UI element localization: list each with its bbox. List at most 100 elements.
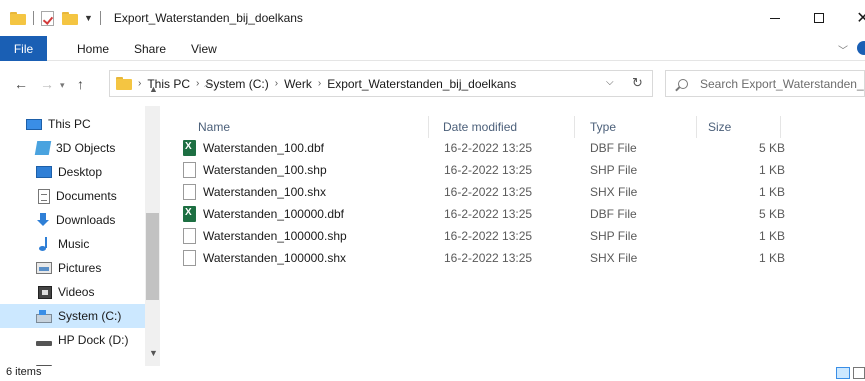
nav-item-system-c[interactable]: System (C:): [0, 304, 145, 328]
help-icon[interactable]: [857, 41, 865, 55]
file-type: SHX File: [590, 185, 638, 199]
tab-view[interactable]: View: [191, 36, 217, 61]
column-divider[interactable]: [428, 116, 429, 138]
breadcrumb-chevron-icon[interactable]: ›: [196, 78, 199, 89]
file-type: DBF File: [590, 141, 637, 155]
computer-icon: [26, 118, 42, 130]
file-type: SHP File: [590, 229, 638, 243]
nav-item-music[interactable]: Music: [0, 232, 145, 256]
nav-item-label: 3D Objects: [56, 141, 116, 155]
close-button[interactable]: ✕: [840, 0, 865, 36]
file-date: 16-2-2022 13:25: [444, 163, 533, 177]
desktop-icon: [36, 166, 52, 178]
file-row[interactable]: Waterstanden_100000.shp 16-2-2022 13:25 …: [180, 225, 785, 247]
breadcrumb-chevron-icon[interactable]: ›: [275, 78, 278, 89]
file-date: 16-2-2022 13:25: [444, 141, 533, 155]
nav-item-label: Documents: [56, 189, 117, 203]
navigation-pane: This PC 3D Objects Desktop Documents Dow…: [0, 106, 160, 366]
tab-share[interactable]: Share: [134, 36, 166, 61]
nav-item-this-pc[interactable]: This PC: [0, 112, 145, 136]
nav-item-documents[interactable]: Documents: [0, 184, 145, 208]
search-input[interactable]: [700, 76, 864, 91]
large-icons-view-icon[interactable]: [853, 367, 865, 379]
file-row[interactable]: Waterstanden_100.shp 16-2-2022 13:25 SHP…: [180, 159, 785, 181]
nav-item-label: Desktop: [58, 165, 103, 179]
excel-file-icon: [183, 140, 196, 156]
column-divider[interactable]: [780, 116, 781, 138]
details-view-icon[interactable]: [836, 367, 850, 379]
status-bar: 6 items: [0, 366, 865, 381]
expand-ribbon-chevron-icon[interactable]: ﹀: [838, 42, 848, 57]
maximize-button[interactable]: [796, 0, 842, 36]
file-size: 1 KB: [758, 185, 785, 199]
scroll-up-arrow-icon[interactable]: ▲: [149, 84, 158, 94]
file-row[interactable]: Waterstanden_100000.shx 16-2-2022 13:25 …: [180, 247, 785, 269]
forward-arrow-icon[interactable]: →: [40, 76, 54, 92]
drive-icon: [36, 309, 52, 323]
window-title: Export_Waterstanden_bij_doelkans: [113, 11, 303, 25]
divider: [99, 11, 101, 25]
file-type: DBF File: [590, 207, 637, 221]
column-header-type[interactable]: Type: [590, 116, 616, 138]
nav-item-partial[interactable]: [0, 352, 145, 366]
back-arrow-icon[interactable]: ←: [14, 76, 28, 92]
folder-icon: [116, 77, 132, 90]
file-icon: [183, 162, 196, 178]
search-box[interactable]: [665, 70, 865, 97]
pictures-icon: [36, 262, 52, 274]
address-history-dropdown-icon[interactable]: ⌵: [606, 77, 614, 88]
scroll-down-arrow-icon[interactable]: ▼: [149, 348, 158, 358]
scrollbar-thumb[interactable]: [146, 213, 159, 300]
nav-item-desktop[interactable]: Desktop: [0, 160, 145, 184]
properties-icon[interactable]: [41, 10, 54, 26]
file-row[interactable]: Waterstanden_100.shx 16-2-2022 13:25 SHX…: [180, 181, 785, 203]
breadcrumb-chevron-icon[interactable]: ›: [318, 78, 321, 89]
column-header-size[interactable]: Size: [708, 116, 731, 138]
tab-file[interactable]: File: [0, 36, 47, 61]
nav-item-label: Pictures: [58, 261, 102, 275]
breadcrumb-system-c[interactable]: System (C:): [205, 77, 268, 91]
breadcrumb-werk[interactable]: Werk: [284, 77, 312, 91]
file-size: 5 KB: [758, 207, 785, 221]
search-icon: [678, 78, 688, 89]
tab-home[interactable]: Home: [77, 36, 109, 61]
file-icon: [183, 250, 196, 266]
quick-access-toolbar: ▼: [0, 0, 108, 36]
nav-item-downloads[interactable]: Downloads: [0, 208, 145, 232]
customize-toolbar-dropdown-icon[interactable]: ▼: [84, 13, 93, 23]
music-icon: [36, 237, 52, 251]
new-folder-icon[interactable]: [62, 11, 78, 25]
nav-item-pictures[interactable]: Pictures: [0, 256, 145, 280]
recent-locations-chevron-icon[interactable]: ▾: [60, 80, 65, 91]
nav-item-videos[interactable]: Videos: [0, 280, 145, 304]
file-row[interactable]: Waterstanden_100000.dbf 16-2-2022 13:25 …: [180, 203, 785, 225]
file-type: SHP File: [590, 163, 638, 177]
column-header-date-modified[interactable]: Date modified: [443, 116, 517, 138]
item-count: 6 items: [6, 366, 42, 378]
nav-item-hp-dock[interactable]: HP Dock (D:): [0, 328, 145, 352]
address-row: ← → ▾ ↑ › This PC › System (C:) › Werk ›…: [0, 62, 865, 106]
nav-item-3d-objects[interactable]: 3D Objects: [0, 136, 145, 160]
file-row[interactable]: Waterstanden_100.dbf 16-2-2022 13:25 DBF…: [180, 137, 785, 159]
maximize-icon: [814, 13, 824, 23]
documents-icon: [38, 188, 50, 204]
refresh-icon[interactable]: ↻: [632, 75, 643, 91]
nav-item-label: System (C:): [58, 309, 122, 323]
breadcrumb-current-folder[interactable]: Export_Waterstanden_bij_doelkans: [327, 77, 516, 91]
breadcrumb-chevron-icon[interactable]: ›: [138, 78, 141, 89]
file-name: Waterstanden_100000.shp: [203, 229, 347, 243]
file-name: Waterstanden_100000.shx: [203, 251, 346, 265]
up-arrow-icon[interactable]: ↑: [77, 76, 84, 92]
column-divider[interactable]: [574, 116, 575, 138]
column-divider[interactable]: [696, 116, 697, 138]
file-list: ︿ Name Date modified Type Size Waterstan…: [160, 78, 865, 366]
column-header-name[interactable]: Name: [198, 116, 230, 138]
file-size: 1 KB: [758, 251, 785, 265]
divider: [33, 11, 34, 25]
file-icon: [183, 228, 196, 244]
file-date: 16-2-2022 13:25: [444, 251, 533, 265]
minimize-button[interactable]: [752, 0, 798, 36]
videos-icon: [38, 285, 52, 299]
address-bar[interactable]: › This PC › System (C:) › Werk › Export_…: [109, 70, 653, 97]
file-date: 16-2-2022 13:25: [444, 185, 533, 199]
